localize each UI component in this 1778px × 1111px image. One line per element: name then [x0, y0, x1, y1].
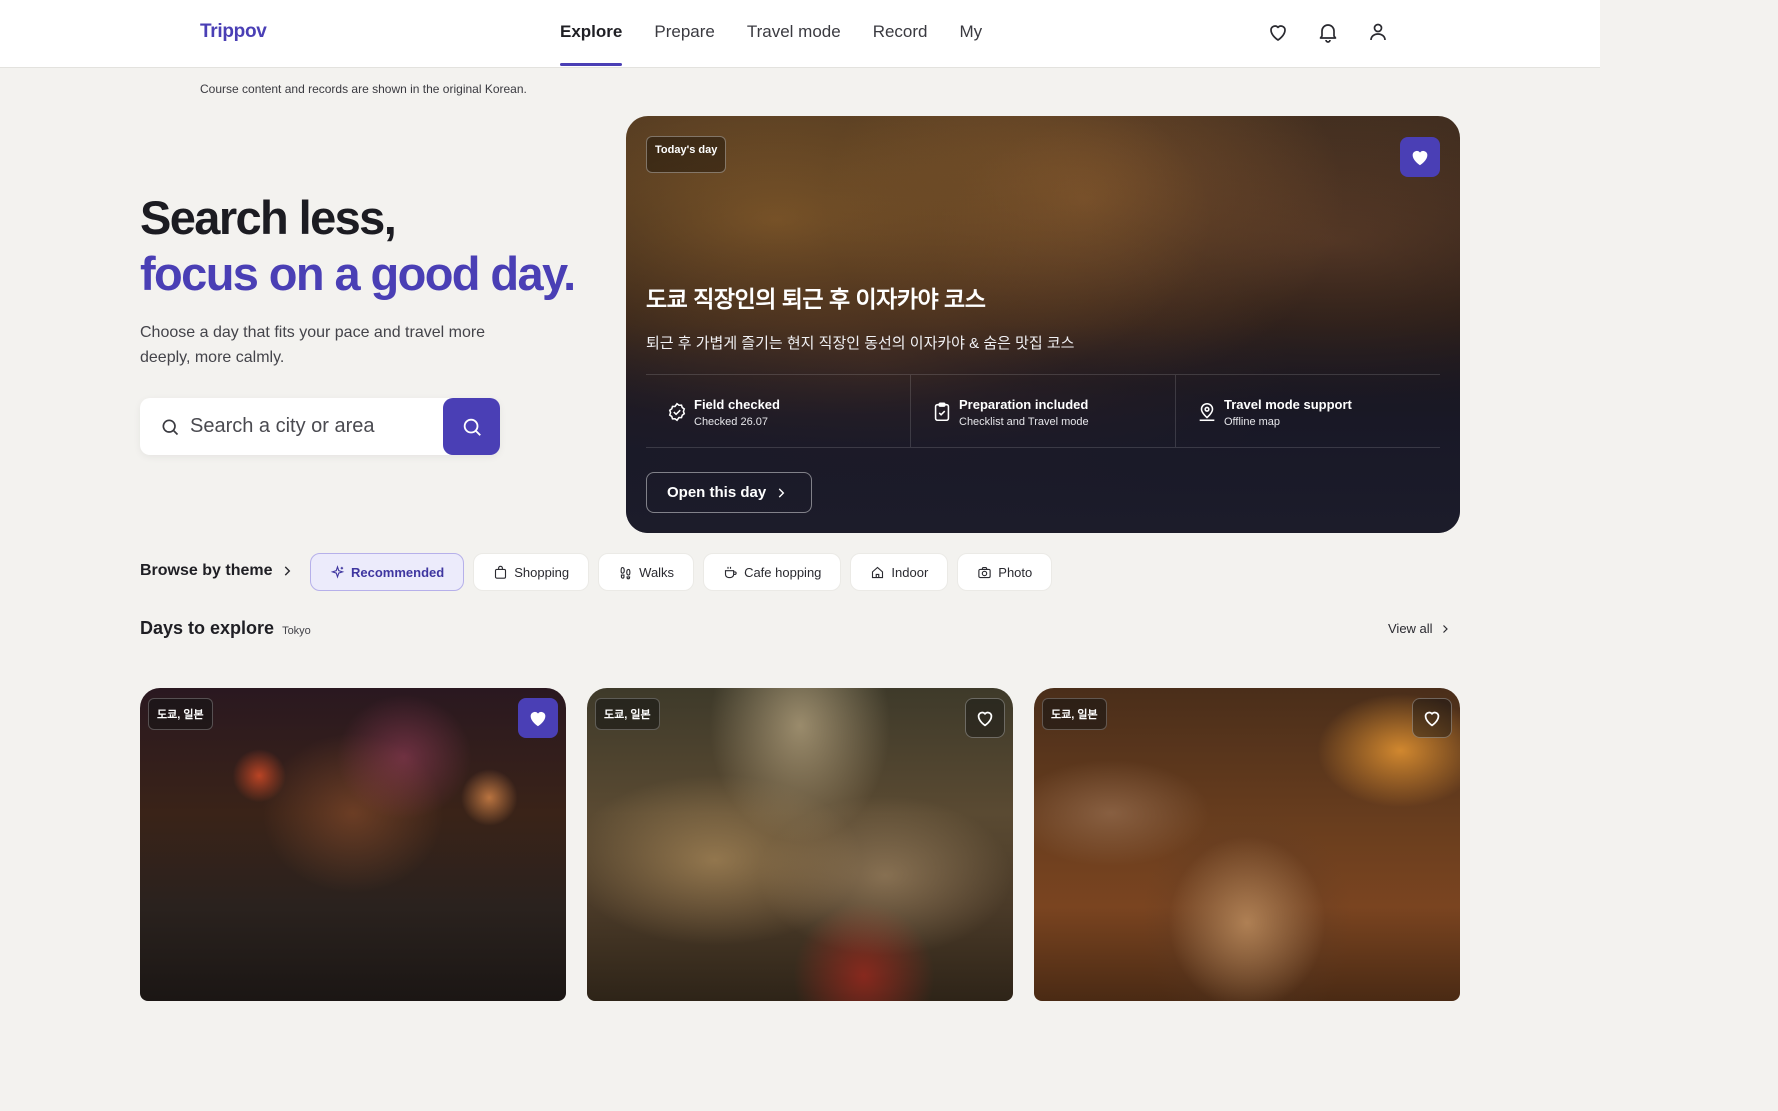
nav-prepare[interactable]: Prepare: [654, 0, 714, 68]
nav-record[interactable]: Record: [873, 0, 928, 68]
heart-icon[interactable]: [1266, 20, 1290, 44]
main-nav: Explore Prepare Travel mode Record My: [560, 0, 982, 68]
sparkle-icon: [330, 564, 345, 579]
todays-day-badge: Today's day: [646, 136, 727, 173]
shopping-bag-icon: [495, 565, 507, 579]
stat-title: Travel mode support: [1224, 397, 1352, 412]
hero-title-line2: focus on a good day.: [140, 247, 576, 300]
chip-cafe-hopping[interactable]: Cafe hopping: [703, 553, 842, 591]
browse-by-theme-label: Browse by theme: [140, 562, 273, 579]
chip-label: Shopping: [514, 564, 570, 580]
featured-day-title: 도쿄 직장인의 퇴근 후 이자카야 코스: [646, 286, 986, 312]
chip-label: Indoor: [891, 564, 929, 580]
top-header: Trippov Explore Prepare Travel mode Reco…: [0, 0, 1600, 68]
language-notice: Course content and records are shown in …: [200, 82, 527, 96]
featured-day-card[interactable]: Today's day 도쿄 직장인의 퇴근 후 이자카야 코스 퇴근 후 가볍…: [626, 116, 1460, 533]
favorite-button[interactable]: [965, 698, 1005, 738]
featured-day-subtitle: 퇴근 후 가볍게 즐기는 현지 직장인 동선의 이자카야 & 숨은 맛집 코스: [646, 335, 1075, 352]
hero-title: Search less, focus on a good day.: [140, 190, 576, 302]
chevron-right-icon: [1442, 624, 1448, 633]
footprints-icon: [620, 566, 631, 579]
stat-sub: Checklist and Travel mode: [959, 416, 1089, 428]
featured-day-stats: Field checked Checked 26.07 Preparation …: [646, 374, 1440, 448]
stat-preparation: Preparation included Checklist and Trave…: [910, 375, 1175, 447]
day-card[interactable]: 도쿄, 일본: [140, 688, 566, 1001]
search-box: [140, 398, 500, 455]
chip-label: Walks: [639, 564, 675, 580]
location-badge: 도쿄, 일본: [1042, 698, 1107, 730]
nav-explore[interactable]: Explore: [560, 0, 623, 68]
nav-travel-mode[interactable]: Travel mode: [747, 0, 841, 68]
theme-chips: Recommended Shopping Walks Cafe hopping …: [310, 553, 1053, 591]
open-this-day-label: Open this day: [667, 484, 767, 501]
nav-my[interactable]: My: [960, 0, 983, 68]
chevron-right-icon: [285, 566, 291, 576]
header-actions: [1266, 20, 1390, 44]
day-card[interactable]: 도쿄, 일본: [1034, 688, 1460, 1001]
search-input[interactable]: [190, 406, 430, 446]
heart-icon: [977, 711, 993, 727]
card-image-overlay: [626, 116, 1460, 533]
check-circle-icon: [668, 402, 686, 422]
chip-label: Cafe hopping: [744, 564, 822, 580]
search-icon: [162, 419, 179, 436]
stat-sub: Offline map: [1224, 416, 1281, 428]
search-button[interactable]: [443, 398, 500, 455]
open-this-day-button[interactable]: Open this day: [646, 472, 812, 513]
chip-recommended[interactable]: Recommended: [310, 553, 465, 591]
search-icon: [463, 418, 481, 436]
chip-indoor[interactable]: Indoor: [850, 553, 949, 591]
user-icon[interactable]: [1366, 20, 1390, 44]
view-all-label: View all: [1388, 621, 1433, 636]
hero-title-line1: Search less,: [140, 191, 397, 244]
days-section-header: Days to explore Tokyo: [140, 618, 311, 639]
coffee-icon: [725, 566, 737, 578]
stat-travel-mode: Travel mode support Offline map: [1175, 375, 1440, 447]
view-all-link[interactable]: View all: [1388, 621, 1451, 636]
heart-icon: [1424, 711, 1440, 727]
location-badge: 도쿄, 일본: [595, 698, 660, 730]
stat-title: Field checked: [694, 397, 780, 412]
heart-filled-icon: [1412, 150, 1428, 166]
day-card[interactable]: 도쿄, 일본: [587, 688, 1013, 1001]
location-badge: 도쿄, 일본: [148, 698, 213, 730]
stat-sub: Checked 26.07: [694, 416, 768, 428]
days-title: Days to explore: [140, 618, 275, 638]
bell-icon[interactable]: [1316, 20, 1340, 44]
heart-filled-icon: [530, 711, 546, 727]
hero-subtitle: Choose a day that fits your pace and tra…: [140, 324, 486, 366]
camera-icon: [978, 566, 991, 578]
favorite-button[interactable]: [1412, 698, 1452, 738]
browse-by-theme-link[interactable]: Browse by theme: [140, 562, 294, 580]
chip-walks[interactable]: Walks: [598, 553, 695, 591]
stat-title: Preparation included: [959, 397, 1089, 412]
chip-photo[interactable]: Photo: [957, 553, 1053, 591]
chip-shopping[interactable]: Shopping: [473, 553, 590, 591]
stat-field-checked: Field checked Checked 26.07: [646, 375, 910, 447]
home-icon: [872, 566, 884, 578]
favorite-button[interactable]: [518, 698, 558, 738]
favorite-button[interactable]: [1400, 137, 1440, 177]
days-city: Tokyo: [282, 625, 311, 637]
chip-label: Photo: [998, 564, 1033, 580]
clipboard-check-icon: [934, 402, 950, 422]
app-logo[interactable]: Trippov: [200, 21, 267, 43]
map-pin-icon: [1199, 402, 1215, 422]
chevron-right-icon: [778, 487, 785, 498]
chip-label: Recommended: [351, 564, 445, 580]
